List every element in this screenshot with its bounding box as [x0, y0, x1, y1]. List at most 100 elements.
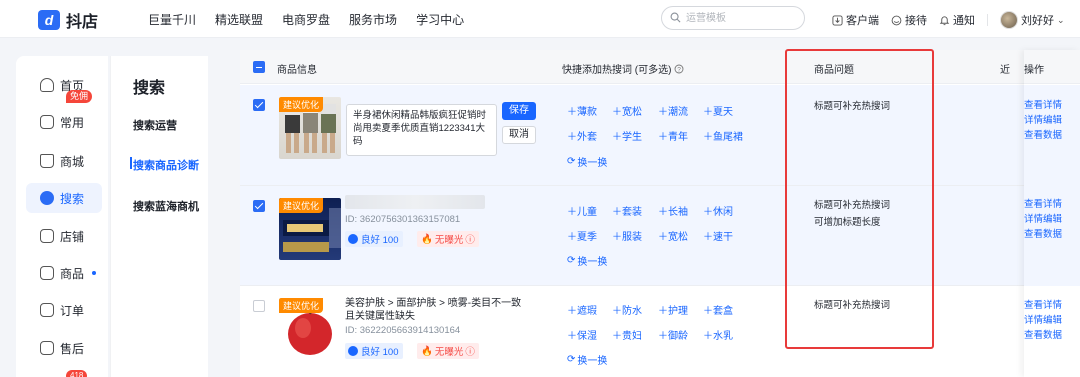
- user-menu[interactable]: 刘好好 ⌄: [1000, 11, 1065, 29]
- keyword-add[interactable]: ＋鱼尾裙: [703, 128, 743, 143]
- keyword-add[interactable]: ＋速干: [703, 228, 733, 243]
- nav-item[interactable]: 服务市场: [349, 11, 397, 28]
- keyword-add[interactable]: ＋保湿: [567, 327, 597, 342]
- table-row: 建议优化 ID: 3620756301363157081 良好 100 🔥 无曝光…: [240, 186, 1080, 286]
- keyword-add[interactable]: ＋服装: [612, 228, 642, 243]
- refresh-label: 换一换: [577, 356, 608, 367]
- view-detail-link[interactable]: 查看详情: [1024, 97, 1062, 111]
- keyword-add[interactable]: ＋薄款: [567, 103, 597, 118]
- notify-link[interactable]: 通知: [939, 12, 975, 28]
- refresh-icon: ⟳: [567, 255, 576, 266]
- new-dot: [92, 271, 97, 275]
- keyword-add[interactable]: ＋宽松: [658, 228, 688, 243]
- keyword-add[interactable]: ＋套装: [612, 203, 642, 218]
- sidebar-item-store[interactable]: 店铺: [26, 221, 102, 251]
- product-title[interactable]: 美容护肤 > 面部护肤 > 喷雾-类目不一致且关键属性缺失: [345, 297, 530, 323]
- row-checkbox[interactable]: [253, 99, 265, 111]
- keyword-add[interactable]: ＋潮流: [658, 103, 688, 118]
- top-right-tools: 客户端 接待 通知 刘好好 ⌄: [832, 11, 1077, 29]
- keyword-add[interactable]: ＋遮瑕: [567, 302, 597, 317]
- info-icon: ⓘ: [465, 235, 475, 246]
- edit-detail-link[interactable]: 详情编辑: [1024, 211, 1062, 225]
- cancel-button[interactable]: 取消: [502, 126, 536, 144]
- keyword-add[interactable]: ＋儿童: [567, 203, 597, 218]
- product-thumbnail[interactable]: 建议优化: [279, 198, 341, 260]
- edit-detail-link[interactable]: 详情编辑: [1024, 312, 1062, 326]
- folder-icon: [40, 115, 54, 129]
- suggest-tag: 建议优化: [279, 298, 324, 313]
- title-edit-field[interactable]: 半身裙休闲精品韩版疯狂促销时尚甩卖夏季优质直销1223341大码: [346, 104, 497, 156]
- keyword-add[interactable]: ＋学生: [612, 128, 642, 143]
- header-cutoff: 近: [1000, 65, 1010, 76]
- avatar: [1000, 11, 1018, 29]
- submenu-item-operation[interactable]: 搜索运营: [133, 117, 177, 133]
- headset-icon: [891, 15, 902, 25]
- nav-item[interactable]: 巨量千川: [148, 11, 196, 28]
- client-link[interactable]: 客户端: [832, 12, 879, 28]
- keyword-add[interactable]: ＋休闲: [703, 203, 733, 218]
- nav-item[interactable]: 电商罗盘: [282, 11, 330, 28]
- fire-icon: 🔥: [421, 345, 433, 357]
- sidebar-item-search[interactable]: 搜索: [26, 183, 102, 213]
- help-icon[interactable]: ?: [674, 64, 684, 74]
- count-badge: 418: [66, 370, 88, 377]
- product-id: ID: 3620756301363157081: [345, 214, 461, 225]
- bell-icon: [939, 15, 950, 25]
- issue-text: 可增加标题长度: [814, 217, 881, 228]
- product-thumbnail[interactable]: 建议优化: [279, 298, 341, 360]
- no-exposure-tag[interactable]: 🔥 无曝光 ⓘ: [417, 231, 479, 247]
- submenu-item-blue-ocean[interactable]: 搜索蓝海商机: [133, 198, 199, 214]
- refresh-keywords[interactable]: ⟳ 换一换: [567, 253, 607, 268]
- refresh-keywords[interactable]: ⟳ 换一换: [567, 352, 607, 367]
- product-table: 商品信息 快捷添加热搜词 (可多选)? 商品问题 近 建议优化 半身裙休闲精品韩…: [240, 50, 1080, 377]
- sidebar-item-label: 商品: [60, 266, 85, 281]
- no-exposure-tag[interactable]: 🔥 无曝光 ⓘ: [417, 343, 479, 359]
- suggest-tag: 建议优化: [279, 198, 324, 213]
- search-submenu: 搜索 搜索运营 搜索商品诊断 搜索蓝海商机: [110, 56, 208, 377]
- keyword-add[interactable]: ＋宽松: [612, 103, 642, 118]
- keyword-add[interactable]: ＋御龄: [658, 327, 688, 342]
- header-ops: 操作: [1024, 65, 1044, 76]
- search-input[interactable]: [686, 10, 796, 26]
- sidebar-item-product[interactable]: 商品: [26, 258, 102, 288]
- keyword-add[interactable]: ＋防水: [612, 302, 642, 317]
- keyword-add[interactable]: ＋长袖: [658, 203, 688, 218]
- table-row: 建议优化 美容护肤 > 面部护肤 > 喷雾-类目不一致且关键属性缺失 ID: 3…: [240, 286, 1080, 377]
- keyword-add[interactable]: ＋护理: [658, 302, 688, 317]
- sidebar-item-label: 商城: [60, 154, 85, 169]
- refresh-keywords[interactable]: ⟳ 换一换: [567, 154, 607, 169]
- view-detail-link[interactable]: 查看详情: [1024, 297, 1062, 311]
- view-data-link[interactable]: 查看数据: [1024, 327, 1062, 341]
- view-data-link[interactable]: 查看数据: [1024, 127, 1062, 141]
- select-all-checkbox[interactable]: [253, 61, 265, 73]
- nav-item[interactable]: 精选联盟: [215, 11, 263, 28]
- brand-name: 抖店: [66, 14, 99, 31]
- brand-logo[interactable]: d 抖店: [38, 8, 98, 32]
- keyword-add[interactable]: ＋夏季: [567, 228, 597, 243]
- submenu-item-diagnosis[interactable]: 搜索商品诊断: [133, 157, 199, 173]
- search-icon: [40, 191, 54, 205]
- search-box[interactable]: [661, 6, 805, 30]
- row-checkbox[interactable]: [253, 300, 265, 312]
- keyword-add[interactable]: ＋夏天: [703, 103, 733, 118]
- keyword-add[interactable]: ＋贵妇: [612, 327, 642, 342]
- keyword-add[interactable]: ＋套盒: [703, 302, 733, 317]
- product-thumbnail[interactable]: 建议优化: [279, 97, 341, 159]
- reception-link[interactable]: 接待: [891, 12, 927, 28]
- save-button[interactable]: 保存: [502, 102, 536, 120]
- keyword-add[interactable]: ＋外套: [567, 128, 597, 143]
- sidebar-item-common[interactable]: 常用: [26, 107, 102, 137]
- aftersale-icon: [40, 341, 54, 355]
- row-checkbox[interactable]: [253, 200, 265, 212]
- header-product: 商品信息: [277, 65, 317, 76]
- nav-item[interactable]: 学习中心: [416, 11, 464, 28]
- sidebar-item-order[interactable]: 订单: [26, 295, 102, 325]
- keyword-add[interactable]: ＋青年: [658, 128, 688, 143]
- sidebar-item-label: 常用: [60, 115, 85, 130]
- view-detail-link[interactable]: 查看详情: [1024, 196, 1062, 210]
- edit-detail-link[interactable]: 详情编辑: [1024, 112, 1062, 126]
- sidebar-item-aftersale[interactable]: 售后: [26, 333, 102, 363]
- view-data-link[interactable]: 查看数据: [1024, 226, 1062, 240]
- sidebar-item-mall[interactable]: 商城: [26, 146, 102, 176]
- keyword-add[interactable]: ＋水乳: [703, 327, 733, 342]
